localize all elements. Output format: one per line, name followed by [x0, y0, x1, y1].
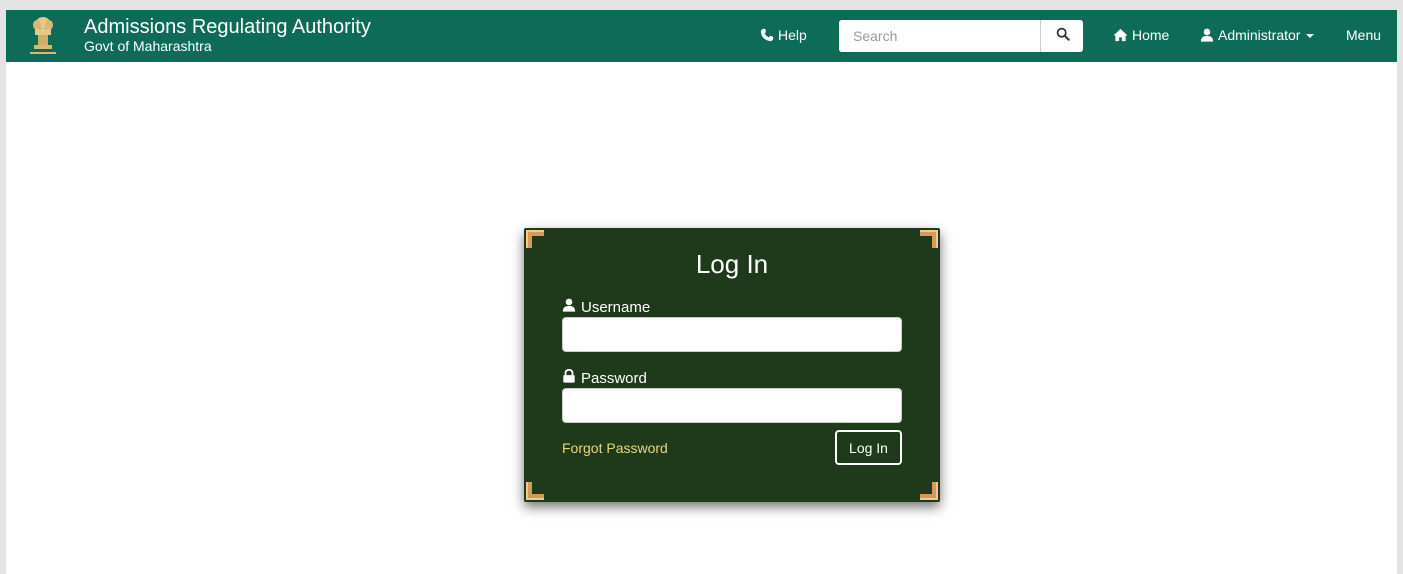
- help-link[interactable]: Help: [760, 27, 807, 43]
- site-subtitle: Govt of Maharashtra: [84, 38, 212, 54]
- user-icon: [1200, 28, 1214, 42]
- password-field[interactable]: [562, 388, 902, 423]
- user-icon: [562, 298, 576, 316]
- chevron-down-icon: [1306, 34, 1315, 38]
- menu-link[interactable]: Menu: [1346, 27, 1381, 43]
- site-title[interactable]: Admissions Regulating Authority: [84, 16, 371, 39]
- administrator-label: Administrator: [1218, 27, 1301, 43]
- lock-icon: [562, 368, 576, 387]
- top-navbar: Admissions Regulating Authority Govt of …: [6, 10, 1397, 62]
- corner-decoration-icon: [920, 482, 938, 500]
- corner-decoration-icon: [920, 230, 938, 248]
- menu-label: Menu: [1346, 27, 1382, 43]
- home-label: Home: [1132, 27, 1170, 43]
- search-box: [839, 20, 1083, 52]
- search-button[interactable]: [1040, 20, 1083, 52]
- username-label: Username: [562, 298, 650, 316]
- help-label: Help: [778, 27, 807, 43]
- login-button[interactable]: Log In: [835, 430, 902, 465]
- state-emblem-icon[interactable]: [26, 14, 60, 58]
- home-link[interactable]: Home: [1113, 27, 1169, 43]
- username-label-text: Username: [581, 298, 651, 316]
- login-panel: Log In Username Password Forgot Password…: [524, 228, 940, 502]
- page-frame: Admissions Regulating Authority Govt of …: [6, 10, 1397, 574]
- corner-decoration-icon: [526, 230, 544, 248]
- search-input[interactable]: [839, 20, 1039, 52]
- password-label-text: Password: [581, 369, 647, 387]
- search-icon: [1056, 27, 1070, 46]
- phone-icon: [760, 28, 774, 42]
- forgot-password-link[interactable]: Forgot Password: [562, 440, 668, 456]
- login-title: Log In: [695, 249, 769, 279]
- administrator-dropdown[interactable]: Administrator: [1200, 27, 1315, 43]
- home-icon: [1113, 28, 1128, 42]
- corner-decoration-icon: [526, 482, 544, 500]
- password-label: Password: [562, 368, 647, 387]
- username-field[interactable]: [562, 317, 902, 352]
